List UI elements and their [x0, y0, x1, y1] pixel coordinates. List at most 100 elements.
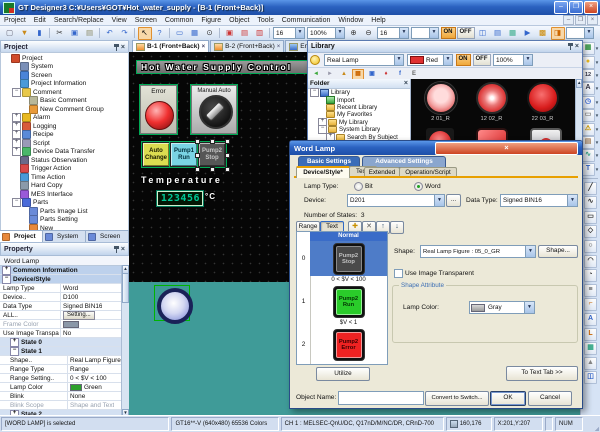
- library-color-select[interactable]: Red▼: [407, 54, 453, 66]
- cut-icon[interactable]: ✂: [53, 27, 67, 40]
- logo-tool[interactable]: L: [584, 327, 597, 342]
- selection-handle[interactable]: [225, 167, 230, 172]
- collapse-icon[interactable]: −: [10, 347, 19, 356]
- search-icon[interactable]: ⊙: [203, 27, 217, 40]
- graph-tool[interactable]: ∿▼: [582, 149, 600, 162]
- panel-close-icon[interactable]: ×: [121, 246, 125, 253]
- collapse-icon[interactable]: −: [2, 275, 11, 284]
- folder-close-icon[interactable]: ×: [404, 80, 408, 87]
- property-row-shape[interactable]: Shape..Real Lamp Figure: [0, 356, 122, 365]
- library-item-22-03-r[interactable]: 22 03_R: [517, 82, 568, 126]
- copy-icon[interactable]: ▣: [68, 27, 82, 40]
- chevron-down-icon[interactable]: ▼: [595, 127, 600, 132]
- chevron-down-icon[interactable]: ▼: [595, 60, 600, 65]
- radio-bit[interactable]: Bit: [354, 182, 373, 191]
- chevron-down-icon[interactable]: ▼: [595, 140, 600, 145]
- project-tree-item-recipe[interactable]: +Recipe: [1, 131, 128, 140]
- menu-object[interactable]: Object: [225, 17, 253, 24]
- rectangle-tool[interactable]: ▭: [584, 210, 597, 225]
- selection-handle[interactable]: [195, 167, 200, 172]
- chevron-down-icon[interactable]: ▼: [595, 113, 600, 118]
- device-list-icon[interactable]: ▤: [491, 27, 505, 40]
- device-browse-button[interactable]: ...: [446, 194, 461, 207]
- front-back-icon[interactable]: ▣: [223, 27, 237, 40]
- sector-tool[interactable]: ◔: [584, 268, 597, 283]
- property-scrollbar[interactable]: ▲ ▼: [121, 265, 129, 418]
- selection-handle[interactable]: [210, 139, 215, 144]
- menu-project[interactable]: Project: [0, 17, 30, 24]
- property-row-blink[interactable]: BlinkNone: [0, 392, 122, 401]
- autohide-pin-icon[interactable]: [114, 44, 119, 51]
- temperature-display-object[interactable]: 123456: [157, 191, 203, 206]
- menu-figure[interactable]: Figure: [197, 17, 225, 24]
- data-browser-icon[interactable]: ▦: [506, 27, 520, 40]
- project-tree-item-basic-comment[interactable]: Basic Comment: [1, 97, 128, 106]
- project-tree-item-logging[interactable]: +Logging: [1, 122, 128, 131]
- menu-help[interactable]: Help: [367, 17, 389, 24]
- up-folder-icon[interactable]: ▲: [338, 69, 350, 80]
- paste-icon[interactable]: ▤: [83, 27, 97, 40]
- library-close-icon[interactable]: ×: [575, 43, 579, 50]
- library-tree-recent-library[interactable]: Recent Library: [308, 104, 410, 111]
- back-icon[interactable]: ◄: [310, 69, 322, 80]
- canvas-button-auto-change[interactable]: AutoChange: [142, 142, 170, 167]
- project-tree-item-project-information[interactable]: Project Information: [1, 80, 128, 89]
- scroll-up-icon[interactable]: ▲: [576, 79, 582, 88]
- panel-tab-screen[interactable]: Screen: [86, 231, 129, 242]
- expand-icon[interactable]: +: [12, 147, 21, 156]
- device-on-button[interactable]: ON: [441, 27, 456, 39]
- collapse-icon[interactable]: −: [310, 88, 319, 97]
- chevron-down-icon[interactable]: ▼: [595, 86, 600, 91]
- property-category-device-style[interactable]: −Device/Style: [0, 275, 122, 284]
- comment-display-tool[interactable]: ▭▼: [582, 109, 600, 122]
- state-number-combo[interactable]: 16▼: [273, 27, 305, 39]
- grid-color-combo[interactable]: ▼: [411, 27, 439, 39]
- error-lamp-object[interactable]: Error: [140, 85, 177, 134]
- scale-tool[interactable]: ≡: [584, 283, 597, 298]
- manual-auto-switch-object[interactable]: Manual Auto: [191, 85, 237, 134]
- menu-screen[interactable]: Screen: [131, 17, 161, 24]
- project-tree-item-hard-copy[interactable]: Hard Copy: [1, 182, 128, 191]
- child-close-button[interactable]: ×: [587, 15, 598, 25]
- menu-communication[interactable]: Communication: [278, 17, 335, 24]
- minimize-button[interactable]: –: [554, 1, 568, 14]
- library-tree-system-library[interactable]: −System Library: [308, 126, 410, 133]
- circle-tool[interactable]: ○: [584, 239, 597, 254]
- state-row-0[interactable]: 0Pump2Stop: [297, 241, 387, 276]
- canvas-button-pump2-stop[interactable]: Pump2Stop: [198, 142, 226, 167]
- circle-lamp-object[interactable]: [154, 285, 190, 321]
- device-input[interactable]: D201▼: [347, 194, 445, 207]
- project-tree-item-mes-interface[interactable]: MES Interface: [1, 190, 128, 199]
- canvas-button-pump1-run[interactable]: Pump1Run: [170, 142, 198, 167]
- parts-display-tool[interactable]: T▼: [582, 163, 600, 176]
- property-row-lamp-type[interactable]: Lamp TypeWord: [0, 284, 122, 293]
- alarm-display-tool[interactable]: ⚠▼: [582, 122, 600, 135]
- clock-tool[interactable]: ◷▼: [582, 96, 600, 109]
- menu-tools[interactable]: Tools: [253, 17, 277, 24]
- property-category-state-1[interactable]: −State 1: [0, 347, 122, 356]
- project-tree-item-screen[interactable]: Screen: [1, 71, 128, 80]
- library-tree-library[interactable]: −Library: [308, 89, 410, 96]
- panel-close-icon[interactable]: ×: [121, 44, 125, 51]
- image-transparent-checkbox[interactable]: [394, 269, 403, 278]
- expand-icon[interactable]: E: [408, 69, 420, 80]
- function-icon[interactable]: f: [394, 69, 406, 80]
- lamp-tool[interactable]: ●▼: [582, 55, 600, 68]
- maximize-button[interactable]: ❐: [569, 1, 583, 14]
- back-icon[interactable]: ▥: [253, 27, 267, 40]
- state-row-1[interactable]: 1Pump2Run: [297, 284, 387, 319]
- help-icon[interactable]: ?: [153, 27, 167, 40]
- ok-button[interactable]: OK: [490, 391, 526, 406]
- convert-to-switch-button[interactable]: Convert to Switch...: [425, 391, 489, 406]
- project-tree-item-alarm[interactable]: +Alarm: [1, 114, 128, 123]
- property-row-device[interactable]: Device..D100: [0, 293, 122, 302]
- tab-close-icon[interactable]: ×: [277, 44, 281, 50]
- project-tree-item-trigger-action[interactable]: Trigger Action: [1, 165, 128, 174]
- radio-word[interactable]: Word: [414, 182, 441, 191]
- state-row-2[interactable]: 2Pump2Error: [297, 327, 387, 362]
- cancel-button[interactable]: Cancel: [528, 391, 572, 406]
- text-tool[interactable]: A: [584, 312, 597, 327]
- scroll-thumb[interactable]: [122, 273, 129, 303]
- device-view-icon[interactable]: ◫: [476, 27, 490, 40]
- property-row-lamp-color[interactable]: Lamp ColorGreen: [0, 383, 122, 392]
